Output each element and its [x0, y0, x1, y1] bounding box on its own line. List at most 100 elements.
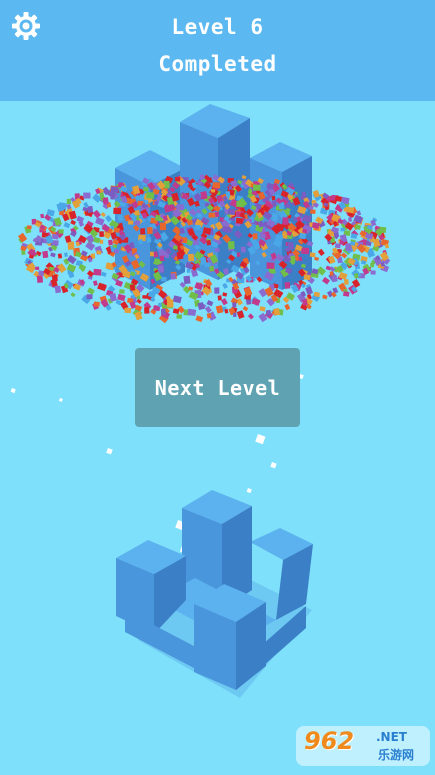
confetti-piece [110, 186, 119, 193]
confetti-piece [314, 256, 319, 261]
confetti-piece [356, 210, 362, 216]
confetti-piece [217, 295, 222, 301]
confetti-piece [97, 282, 107, 292]
confetti-piece [51, 240, 59, 246]
confetti-piece [161, 308, 166, 315]
confetti-piece [204, 262, 211, 268]
confetti-piece [260, 233, 266, 239]
confetti-piece [92, 280, 98, 286]
confetti-piece [63, 222, 71, 229]
confetti-piece [309, 252, 316, 258]
confetti-piece [57, 253, 63, 259]
confetti-piece [271, 195, 276, 201]
confetti-piece [146, 237, 152, 243]
confetti-piece [64, 235, 72, 243]
confetti-piece [67, 241, 75, 250]
confetti-piece [222, 292, 228, 297]
confetti-piece [235, 217, 244, 224]
watermark-domain: .NET [376, 730, 407, 744]
confetti-piece [354, 224, 361, 230]
confetti-piece [233, 312, 237, 317]
watermark-number: 962 [304, 727, 355, 755]
confetti-piece [52, 233, 59, 240]
debris-piece [270, 462, 277, 469]
confetti-piece [170, 273, 176, 280]
confetti-piece [26, 225, 32, 230]
confetti-piece [136, 298, 142, 304]
confetti-piece [150, 251, 154, 257]
confetti-piece [113, 207, 122, 215]
confetti-piece [147, 227, 153, 235]
confetti-piece [140, 228, 146, 235]
confetti-piece [301, 191, 307, 198]
confetti-piece [195, 315, 204, 323]
confetti-piece [275, 234, 283, 241]
confetti-piece [302, 229, 308, 234]
watermark-site-name: 乐游网 [378, 748, 415, 762]
confetti-piece [236, 310, 245, 319]
confetti-piece [127, 220, 134, 225]
confetti-piece [361, 260, 367, 265]
confetti-piece [340, 227, 345, 232]
confetti-piece [284, 303, 291, 311]
confetti-piece [70, 292, 76, 298]
confetti-piece [86, 294, 93, 300]
confetti-piece [119, 289, 125, 294]
confetti-piece [317, 248, 325, 256]
confetti-piece [282, 217, 289, 225]
confetti-piece [204, 305, 212, 314]
confetti-piece [56, 263, 67, 274]
confetti-piece [212, 182, 221, 189]
confetti-piece [176, 314, 182, 319]
confetti-piece [322, 294, 328, 300]
level-title: Level 6 [171, 15, 264, 39]
confetti-piece [99, 231, 104, 238]
confetti-piece [214, 211, 220, 218]
confetti-piece [302, 299, 308, 306]
confetti-piece [252, 184, 261, 191]
confetti-piece [63, 252, 68, 257]
game-scene [10, 104, 391, 698]
confetti-piece [194, 282, 204, 291]
confetti-piece [158, 302, 162, 308]
confetti-piece [232, 302, 237, 308]
confetti-piece [197, 302, 205, 310]
confetti-piece [225, 191, 231, 197]
confetti-piece [188, 253, 195, 262]
player-structure [116, 490, 313, 698]
confetti-piece [186, 268, 191, 273]
confetti-piece [38, 270, 45, 276]
next-level-button[interactable]: Next Level [135, 348, 300, 427]
confetti-piece [206, 300, 214, 307]
confetti-piece [160, 276, 167, 282]
confetti-piece [36, 275, 43, 283]
confetti-piece [331, 274, 338, 283]
confetti-piece [334, 243, 341, 249]
confetti-piece [187, 308, 197, 317]
confetti-piece [100, 271, 107, 277]
confetti-piece [86, 287, 95, 295]
top-bar: Level 6 Completed [0, 0, 435, 101]
confetti-piece [76, 215, 85, 223]
debris-piece [58, 398, 63, 402]
confetti-piece [322, 276, 330, 285]
confetti-piece [266, 262, 275, 270]
confetti-piece [95, 217, 105, 226]
confetti-piece [354, 273, 359, 279]
debris-piece [10, 388, 16, 394]
confetti-piece [236, 252, 241, 257]
confetti-piece [143, 186, 149, 192]
confetti-piece [157, 265, 164, 273]
confetti-piece [252, 233, 258, 240]
confetti-piece [183, 275, 191, 285]
completed-text: Completed [158, 52, 277, 76]
confetti-piece [284, 281, 291, 289]
confetti-piece [224, 308, 229, 314]
confetti-piece [113, 249, 120, 254]
confetti-piece [93, 301, 100, 307]
confetti-piece [174, 176, 181, 182]
confetti-piece [210, 189, 216, 193]
confetti-piece [329, 271, 334, 276]
confetti-piece [108, 239, 113, 246]
confetti-piece [290, 255, 296, 262]
